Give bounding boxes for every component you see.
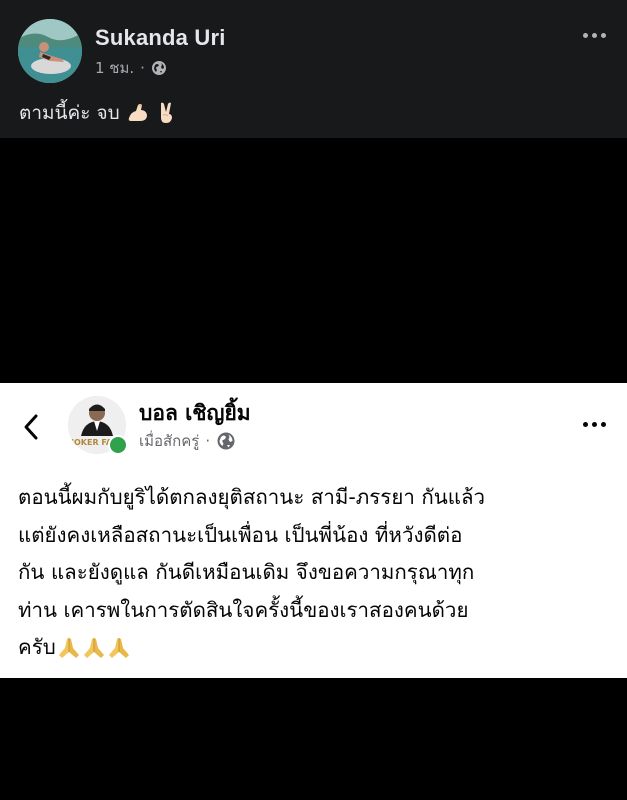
avatar-watermark: JOKER FA <box>70 438 113 447</box>
embedded-post-body: ตอนนี้ผมกับยูริได้ตกลงยุติสถานะ สามี-ภรร… <box>18 479 618 667</box>
author-avatar[interactable] <box>18 19 82 83</box>
body-line: แต่ยังคงเหลือสถานะเป็นเพื่อน เป็นพี่น้อง… <box>18 522 463 547</box>
body-line: ตอนนี้ผมกับยูริได้ตกลงยุติสถานะ สามี-ภรร… <box>18 485 486 509</box>
body-line: ครับ <box>18 635 56 659</box>
folded-hands-emoji <box>58 637 79 658</box>
post-meta: 1 ชม. · <box>95 56 167 80</box>
body-last-line: ครับ <box>18 629 618 667</box>
embedded-author-name[interactable]: บอล เชิญยิ้ม <box>139 397 251 430</box>
post-header: Sukanda Uri 1 ชม. · ตามนี้ค่ะ จบ <box>0 0 627 138</box>
victory-hand-emoji <box>160 102 172 123</box>
embedded-more-options-icon[interactable] <box>578 417 610 431</box>
flexed-biceps-emoji <box>128 104 147 121</box>
embedded-meta-separator: · <box>205 432 211 450</box>
folded-hands-emoji <box>108 637 129 658</box>
embedded-post-meta: เมื่อสักครู่ · <box>139 429 236 453</box>
globe-icon <box>151 61 166 75</box>
post-time[interactable]: 1 ชม. <box>95 56 134 80</box>
author-name[interactable]: Sukanda Uri <box>95 25 226 51</box>
post-caption: ตามนี้ค่ะ จบ <box>19 98 178 128</box>
embedded-post-time[interactable]: เมื่อสักครู่ <box>139 429 199 453</box>
globe-icon <box>217 432 235 450</box>
caption-text: ตามนี้ค่ะ จบ <box>19 102 120 124</box>
more-options-icon[interactable] <box>578 27 610 43</box>
meta-separator: · <box>140 59 145 77</box>
online-status-dot <box>108 435 128 455</box>
body-line: ท่าน เคารพในการตัดสินใจครั้งนี้ของเราสอง… <box>18 597 469 622</box>
body-line: กัน และยังดูแล กันดีเหมือนเดิม จึงขอความ… <box>18 560 475 584</box>
folded-hands-emoji <box>83 637 104 658</box>
back-chevron-icon[interactable] <box>20 412 42 442</box>
embedded-post-screenshot: JOKER FA บอล เชิญยิ้ม เมื่อสักครู่ · ตอน… <box>0 383 627 678</box>
